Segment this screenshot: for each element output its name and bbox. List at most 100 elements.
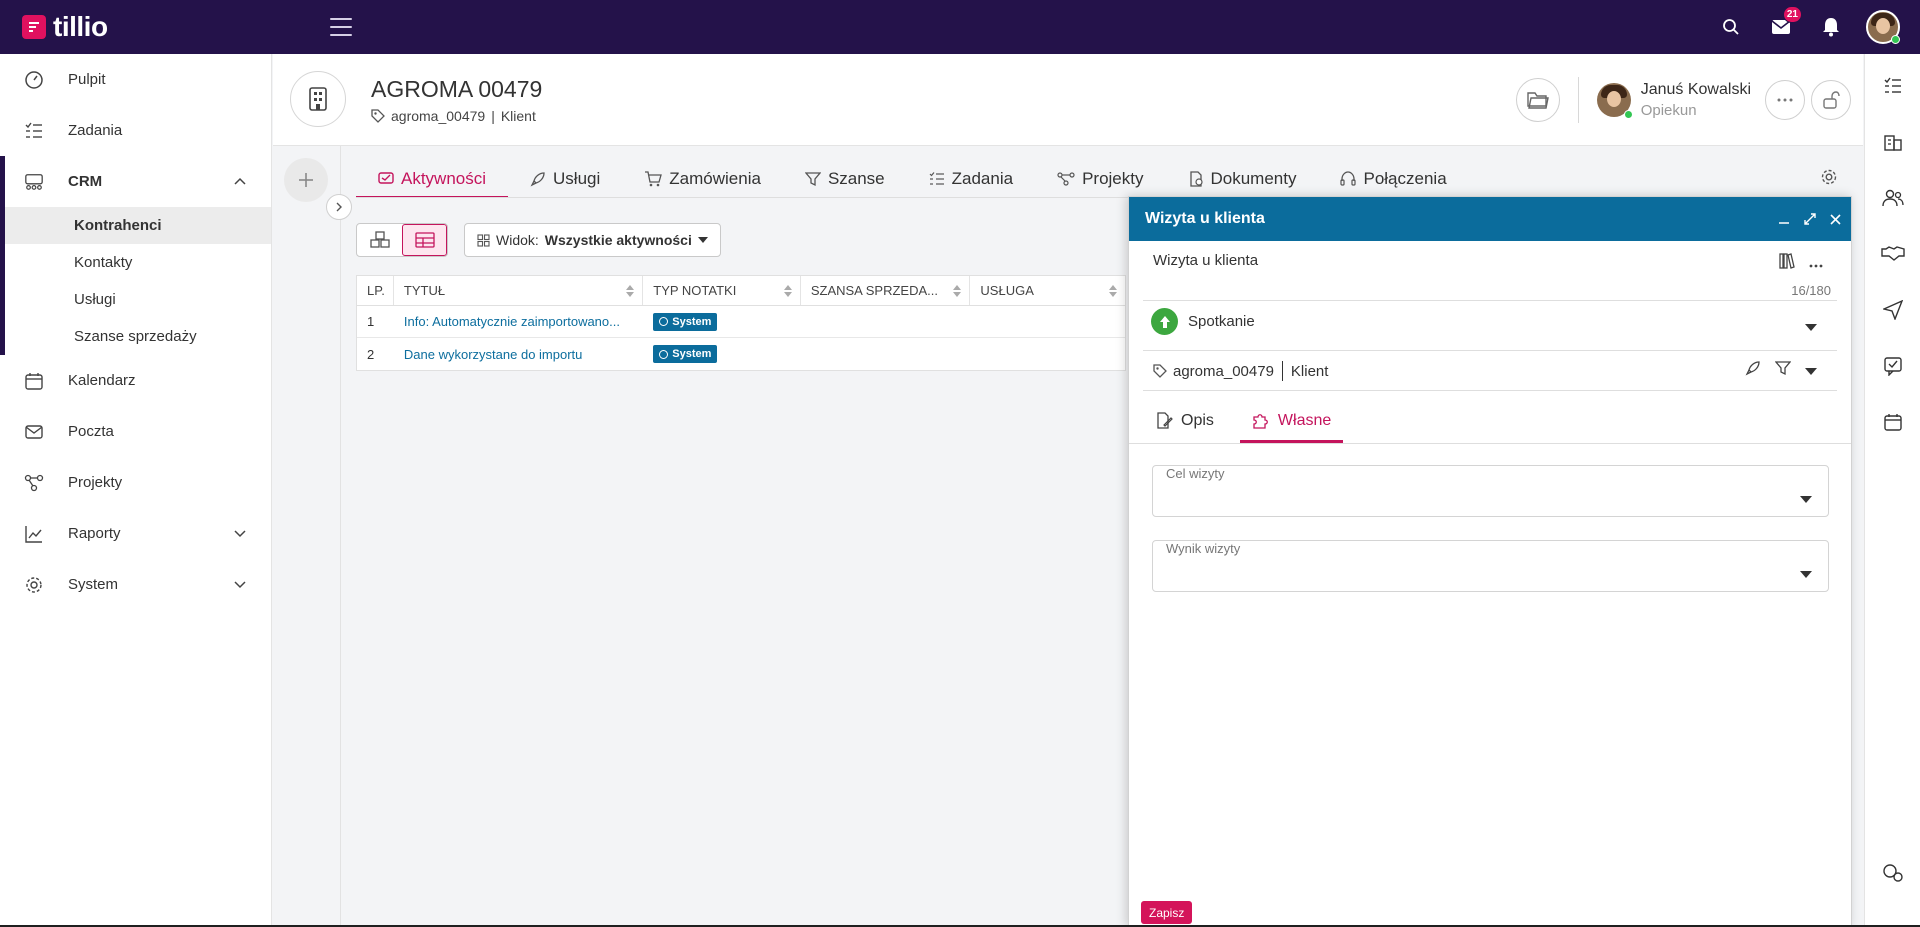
sort-icon[interactable]: [953, 285, 962, 297]
sort-icon[interactable]: [1109, 285, 1117, 297]
sidebar-item-crm[interactable]: CRM: [5, 156, 271, 207]
send-icon[interactable]: [1865, 282, 1920, 338]
record-tag: agroma_00479: [391, 108, 486, 124]
more-options-button[interactable]: [1765, 80, 1805, 120]
library-icon[interactable]: [1779, 253, 1795, 273]
caret-down-icon[interactable]: [1805, 362, 1817, 379]
column-header-note-type[interactable]: TYP NOTATKI: [643, 276, 801, 305]
caret-down-icon[interactable]: [1805, 318, 1817, 335]
rocket-icon[interactable]: [1745, 360, 1761, 380]
unlock-button[interactable]: [1811, 80, 1851, 120]
visit-goal-label: Cel wizyty: [1164, 466, 1227, 481]
app-logo[interactable]: tillio: [22, 11, 272, 43]
system-badge: System: [653, 345, 718, 363]
tab-uslugi[interactable]: Usługi: [508, 160, 622, 198]
visit-goal-select[interactable]: Cel wizyty: [1152, 465, 1829, 517]
sort-icon[interactable]: [626, 285, 635, 297]
caret-down-icon: [697, 237, 708, 243]
sidebar-item-zadania[interactable]: Zadania: [0, 105, 271, 156]
chevron-down-icon[interactable]: [233, 577, 247, 591]
table-row[interactable]: 1 Info: Automatycznie zaimportowano... S…: [357, 306, 1125, 338]
chevron-down-icon[interactable]: [233, 526, 247, 540]
expand-panel-button[interactable]: [326, 194, 352, 220]
activities-table: LP. TYTUŁ TYP NOTATKI SZANSA SPRZEDA... …: [356, 275, 1126, 371]
bell-icon[interactable]: [1818, 14, 1844, 40]
header-divider: [1577, 77, 1579, 123]
sidebar-subitem-kontrahenci[interactable]: Kontrahenci: [5, 207, 271, 244]
tab-zadania[interactable]: Zadania: [907, 160, 1035, 198]
row-type-cell: System: [643, 338, 801, 370]
owner-role: Opiekun: [1640, 102, 1697, 119]
text-cursor: [1281, 361, 1283, 381]
support-icon[interactable]: [1865, 845, 1920, 901]
expand-icon[interactable]: [1804, 213, 1816, 225]
column-header-opportunity[interactable]: SZANSA SPRZEDA...: [801, 276, 971, 305]
column-header-lp[interactable]: LP.: [357, 276, 394, 305]
sidebar-subitem-uslugi[interactable]: Usługi: [5, 281, 271, 318]
sidebar-item-pulpit[interactable]: Pulpit: [0, 54, 271, 105]
tab-opis[interactable]: Opis: [1143, 399, 1226, 443]
tab-projekty[interactable]: Projekty: [1035, 160, 1165, 198]
record-tabs: Aktywności Usługi Zamówienia Szanse Zada…: [356, 160, 1469, 198]
tab-aktywnosci[interactable]: Aktywności: [356, 160, 509, 198]
funnel-icon[interactable]: [1774, 360, 1792, 380]
folder-button[interactable]: [1515, 78, 1560, 122]
sort-icon[interactable]: [783, 285, 792, 297]
related-record[interactable]: agroma_00479 Klient: [1153, 361, 1328, 381]
related-type: Klient: [1290, 362, 1329, 380]
building-icon: [290, 71, 346, 127]
tab-label: Projekty: [1082, 169, 1144, 188]
table-view-button[interactable]: [402, 224, 447, 256]
tab-dokumenty[interactable]: Dokumenty: [1166, 160, 1319, 198]
sidebar-item-kalendarz[interactable]: Kalendarz: [0, 355, 271, 406]
chevron-up-icon[interactable]: [233, 174, 247, 188]
sidebar-item-label: Zadania: [68, 122, 123, 139]
chevron-right-icon: [336, 202, 342, 212]
tasks-icon[interactable]: [1865, 58, 1920, 114]
tab-szanse[interactable]: Szanse: [783, 160, 907, 198]
caret-down-icon: [1800, 565, 1812, 582]
close-icon[interactable]: [1830, 213, 1841, 225]
search-icon[interactable]: [1718, 14, 1744, 40]
tab-polaczenia[interactable]: Połączenia: [1318, 160, 1468, 198]
row-title-link[interactable]: Dane wykorzystane do importu: [404, 347, 582, 362]
user-avatar[interactable]: [1866, 10, 1900, 44]
sidebar-item-poczta[interactable]: Poczta: [0, 406, 271, 457]
view-select-value: Wszystkie aktywności: [544, 232, 692, 248]
visit-result-select[interactable]: Wynik wizyty: [1152, 540, 1829, 592]
owner-info[interactable]: Januś Kowalski Opiekun: [1596, 81, 1751, 119]
caret-down-icon: [1800, 490, 1812, 507]
activity-icon[interactable]: [1865, 338, 1920, 394]
sidebar-item-raporty[interactable]: Raporty: [0, 508, 271, 559]
sidebar-item-projekty[interactable]: Projekty: [0, 457, 271, 508]
minimize-icon[interactable]: [1778, 213, 1790, 225]
calendar-icon[interactable]: [1865, 394, 1920, 450]
column-header-title[interactable]: TYTUŁ: [394, 276, 644, 305]
row-title-link[interactable]: Info: Automatycznie zaimportowano...: [404, 314, 620, 329]
view-select[interactable]: Widok: Wszystkie aktywności: [464, 223, 721, 257]
table-row[interactable]: 2 Dane wykorzystane do importu System: [357, 338, 1125, 370]
tag-separator: |: [491, 108, 495, 124]
calendar-icon: [24, 371, 44, 391]
tab-zamowienia[interactable]: Zamówienia: [622, 160, 783, 198]
more-horizontal-icon[interactable]: [1809, 255, 1823, 272]
group-view-button[interactable]: [357, 224, 402, 256]
tab-wlasne[interactable]: Własne: [1239, 399, 1344, 443]
handshake-icon[interactable]: [1865, 226, 1920, 282]
column-header-service[interactable]: USŁUGA: [970, 276, 1125, 305]
page-title: AGROMA 00479: [371, 76, 543, 102]
activity-type-select[interactable]: Spotkanie: [1151, 308, 1255, 335]
sidebar-subitem-szanse[interactable]: Szanse sprzedaży: [5, 318, 271, 355]
online-status-icon: [1891, 35, 1900, 44]
users-icon[interactable]: [1865, 170, 1920, 226]
tab-settings[interactable]: [1820, 168, 1838, 190]
tab-label: Usługi: [553, 169, 601, 188]
sidebar-subitem-kontakty[interactable]: Kontakty: [5, 244, 271, 281]
save-button[interactable]: Zapisz: [1141, 901, 1193, 924]
sidebar-item-system[interactable]: System: [0, 559, 271, 610]
buildings-icon[interactable]: [1865, 114, 1920, 170]
add-button[interactable]: [284, 158, 328, 202]
menu-toggle-icon[interactable]: [330, 18, 352, 36]
activity-title-input[interactable]: Wizyta u klienta: [1153, 252, 1258, 269]
mail-icon[interactable]: 21: [1768, 6, 1802, 40]
